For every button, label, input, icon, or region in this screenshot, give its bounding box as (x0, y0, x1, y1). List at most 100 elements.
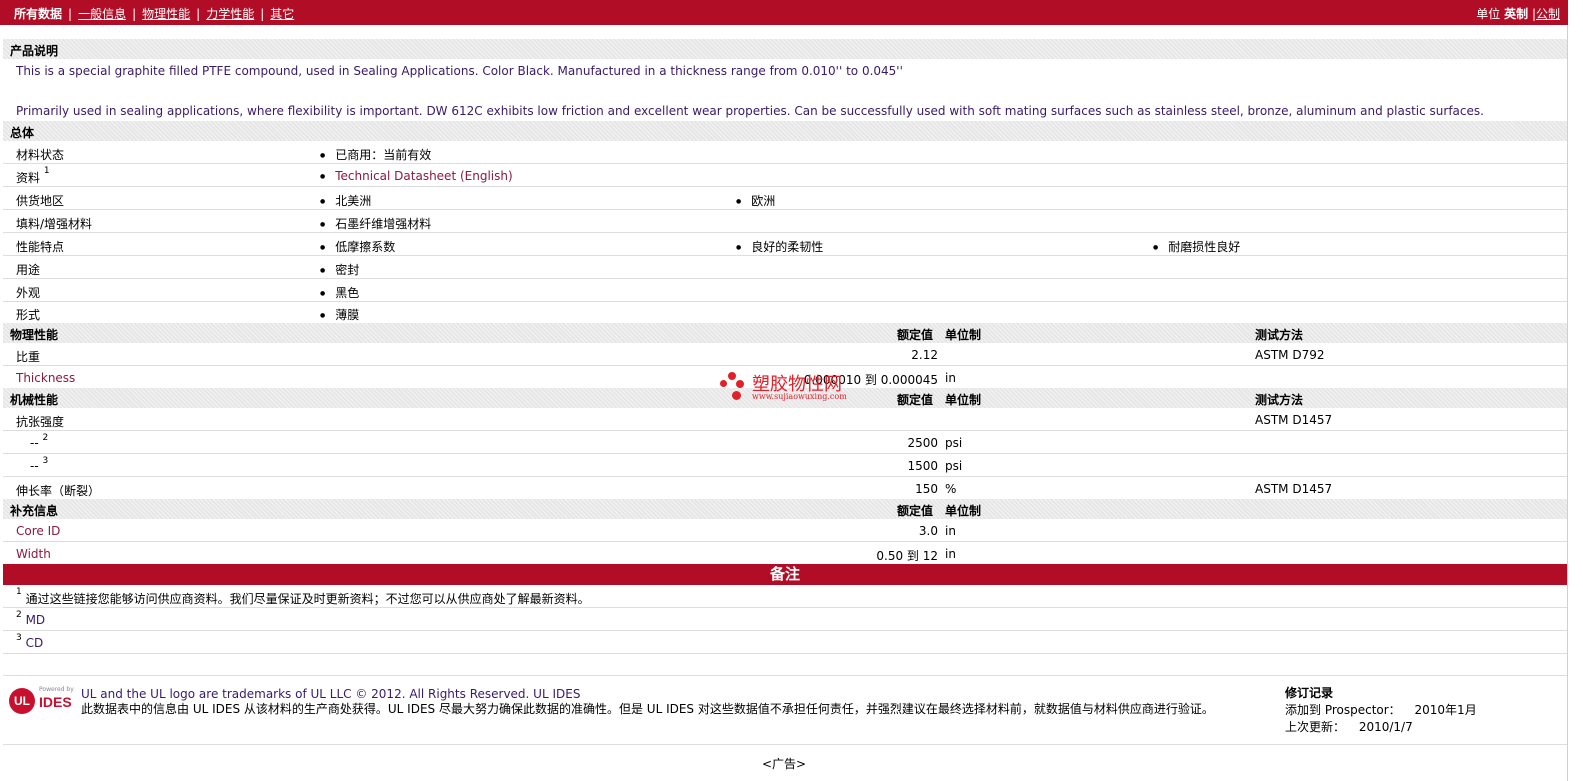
unit-imperial: 英制 (1504, 7, 1529, 21)
nav-separator: | (68, 7, 73, 21)
section-nav: 所有数据 | 一般信息 | 物理性能 | 力学性能 | 其它 (14, 5, 294, 22)
nav-separator: | (260, 7, 265, 21)
column-header-method: 测试方法 (1255, 328, 1304, 342)
nav-separator: | (132, 7, 137, 21)
added-label: 添加到 Prospector： (1285, 703, 1401, 717)
notes-header: 备注 (3, 564, 1567, 585)
updated-label: 上次更新： (1285, 720, 1346, 734)
nav-link-other[interactable]: 其它 (270, 7, 294, 21)
row-label: 填料/增强材料 (16, 217, 93, 231)
table-row: 比重 2.12 ASTM D792 (3, 343, 1567, 366)
row-nominal-value: 2500 (907, 436, 938, 450)
table-row: 伸长率（断裂） 150 % ASTM D1457 (3, 477, 1567, 499)
row-label: -- 2 (30, 433, 48, 450)
row-value: 薄膜 (320, 306, 359, 323)
row-label: 伸长率（断裂） (16, 484, 101, 498)
column-header-method: 测试方法 (1255, 393, 1304, 407)
powered-by-label: Powered by (39, 686, 74, 693)
row-value: 欧洲 (736, 192, 775, 209)
note-text: 通过这些链接您能够访问供应商资料。我们尽量保证及时更新资料；不过您可以从供应商处… (25, 592, 590, 606)
row-test-method: ASTM D1457 (1255, 482, 1333, 496)
row-value: 良好的柔韧性 (736, 238, 823, 255)
row-unit: in (945, 524, 956, 538)
table-row: 供货地区 北美洲 欧洲 (3, 187, 1567, 210)
thickness-label-link[interactable]: Thickness (16, 371, 75, 385)
core-id-label-link[interactable]: Core ID (16, 524, 60, 538)
top-nav-bar: 所有数据 | 一般信息 | 物理性能 | 力学性能 | 其它 单位 英制 | 公制 (0, 0, 1568, 25)
ides-logo-text: IDES (39, 694, 72, 710)
footnote-number: 3 (16, 633, 22, 643)
row-unit: in (945, 371, 956, 385)
table-row: 性能特点 低摩擦系数 良好的柔韧性 耐磨损性良好 (3, 233, 1567, 256)
section-header-product: 产品说明 (3, 39, 1567, 59)
column-header-unit: 单位制 (945, 504, 982, 518)
row-unit: in (945, 547, 956, 561)
row-label: 供货地区 (16, 194, 65, 208)
table-row: Core ID 3.0 in (3, 519, 1567, 542)
row-value: 黑色 (320, 284, 359, 301)
row-test-method: ASTM D792 (1255, 348, 1325, 362)
row-label: 用途 (16, 263, 41, 277)
width-label-link[interactable]: Width (16, 547, 51, 561)
row-value: 耐磨损性良好 (1153, 238, 1240, 255)
row-label: 抗张强度 (16, 415, 65, 429)
note-row: 1 通过这些链接您能够访问供应商资料。我们尽量保证及时更新资料；不过您可以从供应… (3, 585, 1567, 608)
note-text: CD (25, 636, 44, 650)
row-value: 北美洲 (320, 192, 371, 209)
table-row: -- 2 2500 psi (3, 431, 1567, 454)
bullet-item: Technical Datasheet (English) (320, 169, 512, 183)
footer-trademark: UL and the UL logo are trademarks of UL … (81, 687, 581, 701)
site-watermark: 塑胶物性网 www.sujiaowuxing.com (720, 368, 860, 408)
footnote-ref: 1 (43, 166, 50, 176)
table-row: 抗张强度 ASTM D1457 (3, 408, 1567, 431)
column-header-nominal: 额定值 (897, 393, 934, 407)
row-nominal-value: 1500 (907, 459, 938, 473)
table-row: 填料/增强材料 石墨纤维增强材料 (3, 210, 1567, 233)
row-label: 材料状态 (16, 148, 65, 162)
row-label: 性能特点 (16, 240, 65, 254)
table-row: 外观 黑色 (3, 279, 1567, 302)
watermark-dot (720, 380, 727, 387)
nav-link-general[interactable]: 一般信息 (78, 7, 126, 21)
row-label-text: -- (30, 436, 39, 450)
row-nominal-value: 0.50 到 12 (876, 549, 938, 563)
row-label: 形式 (16, 308, 41, 322)
row-label-text: -- (30, 459, 39, 473)
advertisement-placeholder: <广告> (761, 757, 807, 771)
unit-metric-link[interactable]: 公制 (1536, 7, 1560, 21)
note-item: 3 CD (16, 633, 44, 650)
table-row: 资料 1 Technical Datasheet (English) (3, 164, 1567, 187)
note-row: 2 MD (3, 608, 1567, 631)
section-title: 补充信息 (10, 504, 59, 518)
row-nominal-value: 3.0 (918, 524, 938, 538)
watermark-dot (732, 391, 741, 400)
table-row: -- 3 1500 psi (3, 454, 1567, 477)
row-value: 石墨纤维增强材料 (320, 215, 431, 232)
row-unit: psi (945, 436, 963, 450)
row-value: 密封 (320, 261, 359, 278)
nav-link-mechanical[interactable]: 力学性能 (206, 7, 254, 21)
updated-value: 2010/1/7 (1358, 720, 1413, 734)
technical-datasheet-link[interactable]: Technical Datasheet (English) (335, 169, 512, 183)
row-value: 已商用：当前有效 (320, 146, 431, 163)
units-label: 单位 (1476, 7, 1501, 21)
row-label-text: 资料 (16, 171, 41, 185)
added-value: 2010年1月 (1414, 703, 1477, 717)
watermark-url: www.sujiaowuxing.com (752, 392, 847, 401)
nav-all-data: 所有数据 (14, 7, 63, 21)
section-title: 机械性能 (10, 393, 59, 407)
nav-separator: | (196, 7, 201, 21)
revision-updated: 上次更新： 2010/1/7 (1285, 719, 1477, 736)
row-label: 比重 (16, 350, 41, 364)
row-test-method: ASTM D1457 (1255, 413, 1333, 427)
footnote-number: 1 (16, 587, 22, 597)
row-label: -- 3 (30, 456, 48, 473)
table-row: 形式 薄膜 (3, 302, 1567, 323)
column-header-unit: 单位制 (945, 393, 982, 407)
table-row: Width 0.50 到 12 in (3, 542, 1567, 564)
revision-title: 修订记录 (1285, 686, 1334, 700)
row-label: 外观 (16, 286, 41, 300)
ul-ides-logo[interactable]: UL Powered by IDES (7, 686, 75, 716)
footer-disclaimer: 此数据表中的信息由 UL IDES 从该材料的生产商处获得。UL IDES 尽最… (81, 702, 1214, 716)
nav-link-physical[interactable]: 物理性能 (142, 7, 190, 21)
